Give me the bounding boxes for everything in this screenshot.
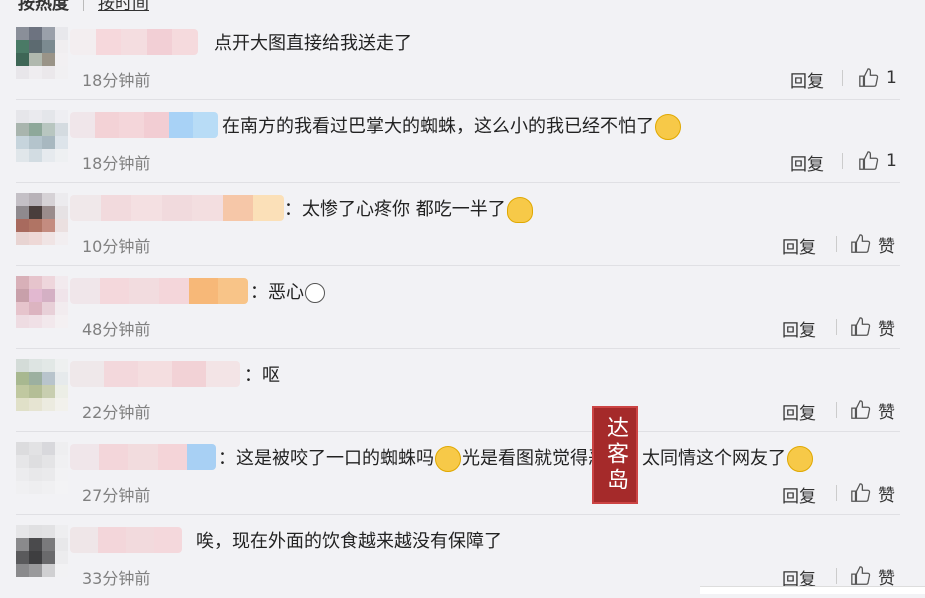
sad-face-icon	[305, 283, 325, 303]
comment-item: 在南方的我看过巴掌大的蜘蛛，这么小的我已经不怕了 18分钟前 回复 1	[0, 100, 925, 183]
comment-time: 22分钟前	[82, 403, 151, 422]
like-label: 赞	[878, 568, 895, 589]
reply-button[interactable]: 回复	[782, 233, 816, 258]
comment-item: 点开大图直接给我送走了 18分钟前 回复 1	[0, 17, 925, 100]
comment-time: 27分钟前	[82, 486, 151, 505]
comment-item: ：这是被咬了一口的蜘蛛吗光是看图就觉得恶心，太同情这个网友了 27分钟前 回复 …	[0, 432, 925, 515]
reply-button[interactable]: 回复	[782, 482, 816, 507]
laughing-tears-icon	[787, 446, 813, 472]
like-button[interactable]: 赞	[850, 231, 895, 257]
comment-text: ：呕	[244, 365, 280, 386]
like-label: 赞	[878, 402, 895, 423]
avatar[interactable]	[16, 442, 68, 494]
comment-item: ：太惨了心疼你 都吃一半了 10分钟前 回复 赞	[0, 183, 925, 266]
like-button[interactable]: 1	[858, 65, 897, 91]
reply-button[interactable]: 回复	[782, 399, 816, 424]
thumbs-up-icon	[851, 566, 871, 585]
like-count: 1	[886, 68, 897, 88]
comment-text: 在南方的我看过巴掌大的蜘蛛，这么小的我已经不怕了	[222, 114, 682, 140]
thumbs-up-icon	[851, 400, 871, 419]
comment-time: 48分钟前	[82, 320, 151, 339]
like-label: 赞	[878, 319, 895, 340]
comment-text: ：恶心	[250, 280, 326, 306]
avatar[interactable]	[16, 27, 68, 79]
comment-item: ：呕 22分钟前 回复 赞	[0, 349, 925, 432]
action-divider	[836, 568, 837, 584]
sort-divider	[83, 0, 84, 11]
reply-button[interactable]: 回复	[782, 316, 816, 341]
like-count: 1	[886, 151, 897, 171]
thumbs-up-icon	[859, 151, 879, 170]
action-divider	[836, 402, 837, 418]
comment-text: ：这是被咬了一口的蜘蛛吗光是看图就觉得恶心，太同情这个网友了	[218, 446, 814, 472]
username-blurred[interactable]	[70, 527, 182, 553]
laughing-tears-icon	[655, 114, 681, 140]
comment-time: 18分钟前	[82, 154, 151, 173]
comment-text: 唉，现在外面的饮食越来越没有保障了	[196, 531, 502, 552]
comment-text-body: ：恶心	[250, 282, 304, 303]
watermark-seal: 达客岛	[592, 406, 638, 504]
avatar[interactable]	[16, 525, 68, 577]
comment-item: ：恶心 48分钟前 回复 赞	[0, 266, 925, 349]
hug-icon	[506, 197, 533, 223]
action-divider	[842, 70, 843, 86]
watermark-text: 达客岛	[603, 416, 628, 494]
sort-bar: 按热度 按时间	[18, 0, 149, 14]
comment-text: 点开大图直接给我送走了	[214, 33, 412, 54]
comment-time: 10分钟前	[82, 237, 151, 256]
action-divider	[836, 319, 837, 335]
username-blurred[interactable]	[70, 278, 248, 304]
action-divider	[842, 153, 843, 169]
comment-time: 33分钟前	[82, 569, 151, 588]
username-blurred[interactable]	[70, 444, 216, 470]
thumbs-up-icon	[851, 483, 871, 502]
username-blurred[interactable]	[70, 112, 218, 138]
avatar[interactable]	[16, 276, 68, 328]
avatar[interactable]	[16, 110, 68, 162]
like-button[interactable]: 赞	[850, 314, 895, 340]
avatar[interactable]	[16, 359, 68, 411]
comment-text-body: ：这是被咬了一口的蜘蛛吗	[218, 448, 434, 469]
comment-text-body: ：太惨了心疼你 都吃一半了	[284, 199, 506, 220]
sort-by-time[interactable]: 按时间	[98, 0, 149, 14]
like-label: 赞	[878, 236, 895, 257]
like-button[interactable]: 1	[858, 148, 897, 174]
thumbs-up-icon	[851, 317, 871, 336]
action-divider	[836, 236, 837, 252]
avatar[interactable]	[16, 193, 68, 245]
username-blurred[interactable]	[70, 361, 240, 387]
username-blurred[interactable]	[70, 29, 198, 55]
like-button[interactable]: 赞	[850, 397, 895, 423]
like-button[interactable]: 赞	[850, 480, 895, 506]
thumbs-up-icon	[859, 68, 879, 87]
reply-button[interactable]: 回复	[790, 150, 824, 175]
comment-text: ：太惨了心疼你 都吃一半了	[284, 197, 534, 223]
awkward-face-icon	[435, 446, 461, 472]
username-blurred[interactable]	[70, 195, 284, 221]
reply-button[interactable]: 回复	[790, 67, 824, 92]
comment-text-body: 在南方的我看过巴掌大的蜘蛛，这么小的我已经不怕了	[222, 116, 654, 137]
sort-by-hot[interactable]: 按热度	[18, 0, 69, 14]
action-divider	[836, 485, 837, 501]
like-label: 赞	[878, 485, 895, 506]
comment-time: 18分钟前	[82, 71, 151, 90]
thumbs-up-icon	[851, 234, 871, 253]
